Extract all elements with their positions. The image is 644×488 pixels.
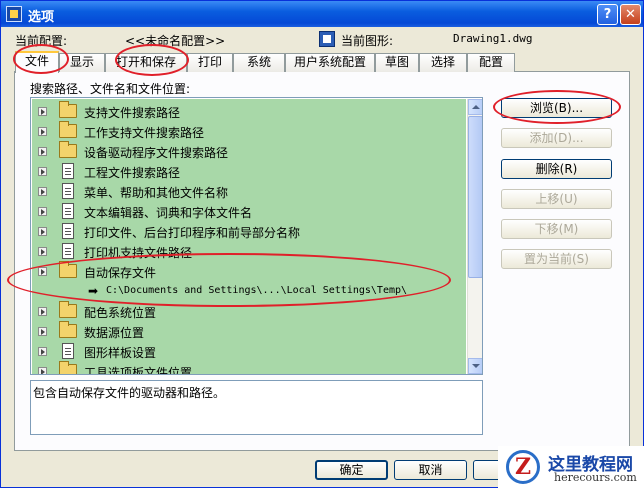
folder-icon bbox=[59, 301, 77, 318]
expand-icon[interactable] bbox=[38, 147, 47, 156]
collapse-icon[interactable] bbox=[38, 267, 47, 276]
tree-item-label: 文本编辑器、词典和字体文件名 bbox=[84, 206, 253, 220]
tab-plot[interactable]: 打印 bbox=[187, 53, 233, 72]
browse-button[interactable]: 浏览(B)... bbox=[501, 98, 612, 118]
tree-item-label: 自动保存文件 bbox=[84, 266, 157, 280]
expand-icon[interactable] bbox=[38, 367, 47, 374]
tab-display[interactable]: 显示 bbox=[59, 53, 105, 72]
expand-icon[interactable] bbox=[38, 327, 47, 336]
scroll-up-icon[interactable] bbox=[468, 99, 482, 115]
app-icon bbox=[6, 6, 22, 22]
drawing-label: 当前图形: bbox=[341, 34, 394, 48]
options-dialog: 选项 ? ✕ 当前配置: <<未命名配置>> 当前图形: Drawing1.dw… bbox=[0, 0, 644, 488]
folder-icon bbox=[59, 361, 77, 374]
document-icon bbox=[62, 343, 74, 359]
watermark-logo: Z bbox=[506, 450, 540, 484]
tab-open-save[interactable]: 打开和保存 bbox=[105, 53, 187, 72]
tab-selection[interactable]: 选择 bbox=[419, 53, 467, 72]
profile-value: <<未命名配置>> bbox=[125, 34, 226, 48]
tab-profiles[interactable]: 配置 bbox=[467, 53, 515, 72]
list-caption: 搜索路径、文件名和文件位置: bbox=[30, 82, 191, 96]
expand-icon[interactable] bbox=[38, 307, 47, 316]
tab-user-preferences[interactable]: 用户系统配置 bbox=[285, 53, 375, 72]
tree-list: 支持文件搜索路径 工作支持文件搜索路径 设备驱动程序文件搜索路径 工程文件搜索路… bbox=[32, 99, 466, 374]
folder-icon bbox=[59, 321, 77, 338]
tree-item-label: 配色系统位置 bbox=[84, 306, 157, 320]
move-down-button[interactable]: 下移(M) bbox=[501, 219, 612, 239]
move-up-button[interactable]: 上移(U) bbox=[501, 189, 612, 209]
document-icon bbox=[62, 183, 74, 199]
tree-item[interactable]: 配色系统位置 bbox=[32, 301, 466, 321]
tree-item-label: 工具选项板文件位置 bbox=[84, 366, 193, 374]
watermark-url: herecours.com bbox=[554, 471, 637, 484]
tree-item[interactable]: 工作支持文件搜索路径 bbox=[32, 121, 466, 141]
tree-item[interactable]: 菜单、帮助和其他文件名称 bbox=[32, 181, 466, 201]
tree-item[interactable]: 数据源位置 bbox=[32, 321, 466, 341]
folder-icon bbox=[59, 121, 77, 138]
drawing-value: Drawing1.dwg bbox=[453, 32, 533, 45]
expand-icon[interactable] bbox=[38, 127, 47, 136]
close-button[interactable]: ✕ bbox=[620, 4, 641, 25]
document-icon bbox=[62, 223, 74, 239]
description-box: 包含自动保存文件的驱动器和路径。 bbox=[30, 380, 483, 435]
expand-icon[interactable] bbox=[38, 167, 47, 176]
tab-drafting[interactable]: 草图 bbox=[375, 53, 419, 72]
tree-item-label: 工作支持文件搜索路径 bbox=[84, 126, 205, 140]
expand-icon[interactable] bbox=[38, 207, 47, 216]
window-title: 选项 bbox=[28, 10, 55, 25]
title-bar[interactable]: 选项 ? ✕ bbox=[1, 1, 643, 27]
tab-files[interactable]: 文件 bbox=[15, 51, 59, 73]
delete-button[interactable]: 删除(R) bbox=[501, 159, 612, 179]
tree-item-label: 设备驱动程序文件搜索路径 bbox=[84, 146, 229, 160]
expand-icon[interactable] bbox=[38, 107, 47, 116]
expand-icon[interactable] bbox=[38, 187, 47, 196]
document-icon bbox=[62, 163, 74, 179]
arrow-icon: ➡ bbox=[88, 284, 99, 298]
add-button[interactable]: 添加(D)... bbox=[501, 128, 612, 148]
tree-item-label: 打印文件、后台打印程序和前导部分名称 bbox=[84, 226, 301, 240]
expand-icon[interactable] bbox=[38, 347, 47, 356]
expand-icon[interactable] bbox=[38, 247, 47, 256]
tree-item[interactable]: 文本编辑器、词典和字体文件名 bbox=[32, 201, 466, 221]
tree-item-autosave-path[interactable]: ➡ C:\Documents and Settings\...\Local Se… bbox=[32, 281, 466, 301]
tree-item-autosave[interactable]: 自动保存文件 bbox=[32, 261, 466, 281]
document-icon bbox=[62, 243, 74, 259]
scroll-down-icon[interactable] bbox=[468, 358, 482, 374]
file-location-tree[interactable]: 支持文件搜索路径 工作支持文件搜索路径 设备驱动程序文件搜索路径 工程文件搜索路… bbox=[30, 97, 483, 375]
folder-icon bbox=[59, 141, 77, 158]
tree-item-label: 支持文件搜索路径 bbox=[84, 106, 181, 120]
drawing-icon bbox=[319, 31, 335, 47]
tree-item[interactable]: 图形样板设置 bbox=[32, 341, 466, 361]
tree-item[interactable]: 设备驱动程序文件搜索路径 bbox=[32, 141, 466, 161]
tree-item[interactable]: 打印文件、后台打印程序和前导部分名称 bbox=[32, 221, 466, 241]
cancel-button[interactable]: 取消 bbox=[394, 460, 467, 480]
tab-system[interactable]: 系统 bbox=[233, 53, 285, 72]
tree-item-label: 图形样板设置 bbox=[84, 346, 157, 360]
watermark: Z 这里教程网 herecours.com bbox=[498, 446, 644, 488]
tree-item-label: 打印机支持文件路径 bbox=[84, 246, 193, 260]
tree-item-label: 数据源位置 bbox=[84, 326, 145, 340]
help-button[interactable]: ? bbox=[597, 4, 618, 25]
set-current-button[interactable]: 置为当前(S) bbox=[501, 249, 612, 269]
tree-item[interactable]: 支持文件搜索路径 bbox=[32, 101, 466, 121]
expand-icon[interactable] bbox=[38, 227, 47, 236]
tree-item-label: 菜单、帮助和其他文件名称 bbox=[84, 186, 229, 200]
scroll-thumb[interactable] bbox=[468, 116, 482, 278]
tree-item-label: 工程文件搜索路径 bbox=[84, 166, 181, 180]
tree-item[interactable]: 打印机支持文件路径 bbox=[32, 241, 466, 261]
ok-button[interactable]: 确定 bbox=[315, 460, 388, 480]
tree-item[interactable]: 工具选项板文件位置 bbox=[32, 361, 466, 374]
folder-icon bbox=[59, 101, 77, 118]
autosave-path: C:\Documents and Settings\...\Local Sett… bbox=[106, 285, 408, 296]
document-icon bbox=[62, 203, 74, 219]
tree-item[interactable]: 工程文件搜索路径 bbox=[32, 161, 466, 181]
folder-icon bbox=[59, 261, 77, 278]
profile-label: 当前配置: bbox=[15, 34, 68, 48]
vertical-scrollbar[interactable] bbox=[467, 99, 482, 374]
